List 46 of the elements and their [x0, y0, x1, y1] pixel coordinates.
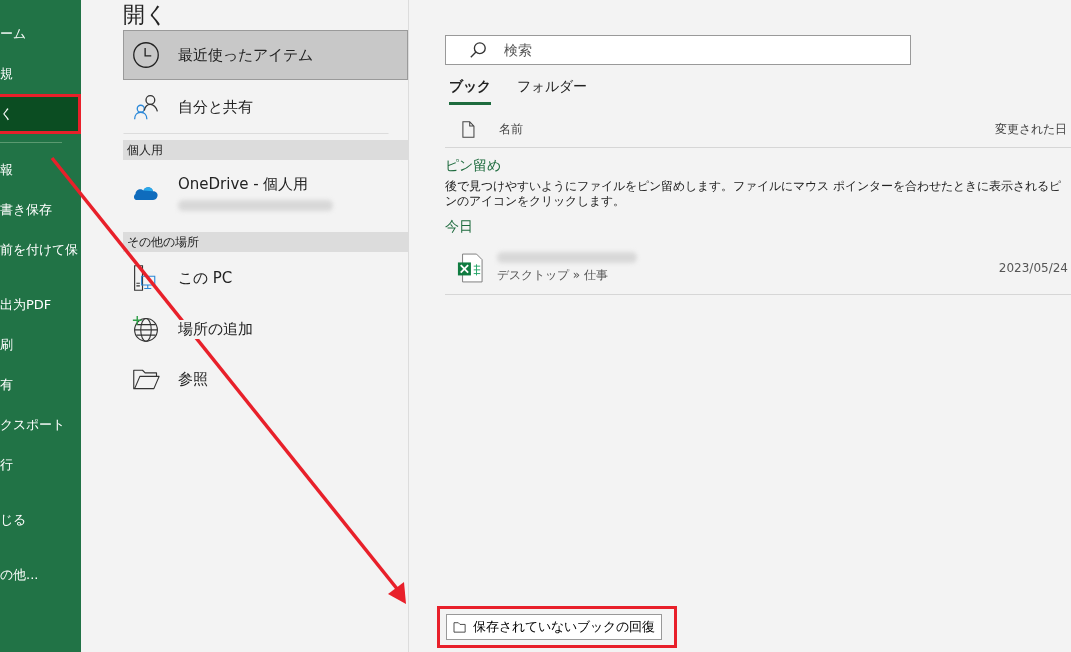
search-icon — [469, 41, 487, 59]
clock-icon — [132, 41, 160, 69]
file-row[interactable]: デスクトップ » 仕事 2023/05/24 — [445, 242, 1071, 295]
location-label: 最近使ったアイテム — [178, 45, 313, 65]
sidebar-item[interactable]: じる — [0, 500, 81, 540]
spreadsheet-icon — [457, 253, 483, 283]
section-title: 今日 — [445, 218, 474, 236]
section-header: その他の場所 — [123, 232, 408, 252]
people-icon — [132, 93, 160, 121]
section-header: 個人用 — [123, 140, 408, 160]
location-item[interactable]: OneDrive - 個人用 — [123, 160, 408, 226]
globe-icon — [132, 315, 160, 343]
location-label: この PC — [178, 268, 233, 288]
file-icon — [461, 120, 475, 138]
recover-button[interactable]: 保存されていないブックの回復 — [446, 614, 662, 640]
location-item[interactable]: 最近使ったアイテム — [123, 30, 408, 80]
column-header[interactable]: 変更された日 — [995, 120, 1067, 138]
location-label: 参照 — [178, 369, 208, 389]
sidebar-item[interactable]: ーム — [0, 14, 81, 54]
location-label: 自分と共有 — [178, 97, 253, 117]
location-item[interactable]: この PC — [123, 252, 408, 304]
sidebar-item[interactable]: 規 — [0, 54, 81, 94]
section-title: ピン留め — [445, 157, 502, 175]
location-item[interactable]: 参照 — [123, 354, 408, 404]
file-path: デスクトップ » 仕事 — [497, 267, 609, 284]
sidebar-item[interactable]: 行 — [0, 445, 81, 485]
sidebar-item[interactable]: 出为PDF — [0, 285, 81, 325]
sidebar-item[interactable]: 前を付けて保 — [0, 230, 81, 270]
hint-text: 後で見つけやすいようにファイルをピン留めします。ファイルにマウス ポインターを合わせたときに表示されるピンのアイコンをクリックします。 — [445, 179, 1062, 209]
location-item[interactable]: 自分と共有 — [123, 80, 389, 134]
sidebar-item[interactable]: 報 — [0, 150, 81, 190]
sidebar-item[interactable]: の他... — [0, 555, 81, 595]
file-date: 2023/05/24 — [998, 261, 1068, 275]
folder-icon — [453, 621, 467, 633]
sidebar-item[interactable]: 書き保存 — [0, 190, 81, 230]
sidebar-item[interactable]: クスポート — [0, 405, 81, 445]
sidebar-item[interactable]: 有 — [0, 365, 81, 405]
tab[interactable]: フォルダー — [517, 75, 587, 105]
page-title: 開く — [123, 1, 169, 29]
tab[interactable]: ブック — [449, 75, 491, 105]
column-header[interactable]: 名前 — [499, 120, 523, 138]
location-label: 場所の追加 — [178, 319, 253, 339]
sidebar-item[interactable]: く — [0, 94, 81, 134]
location-item[interactable]: 場所の追加 — [123, 304, 408, 354]
search-field[interactable]: 検索 — [445, 35, 911, 65]
sidebar-item[interactable]: 刷 — [0, 325, 81, 365]
